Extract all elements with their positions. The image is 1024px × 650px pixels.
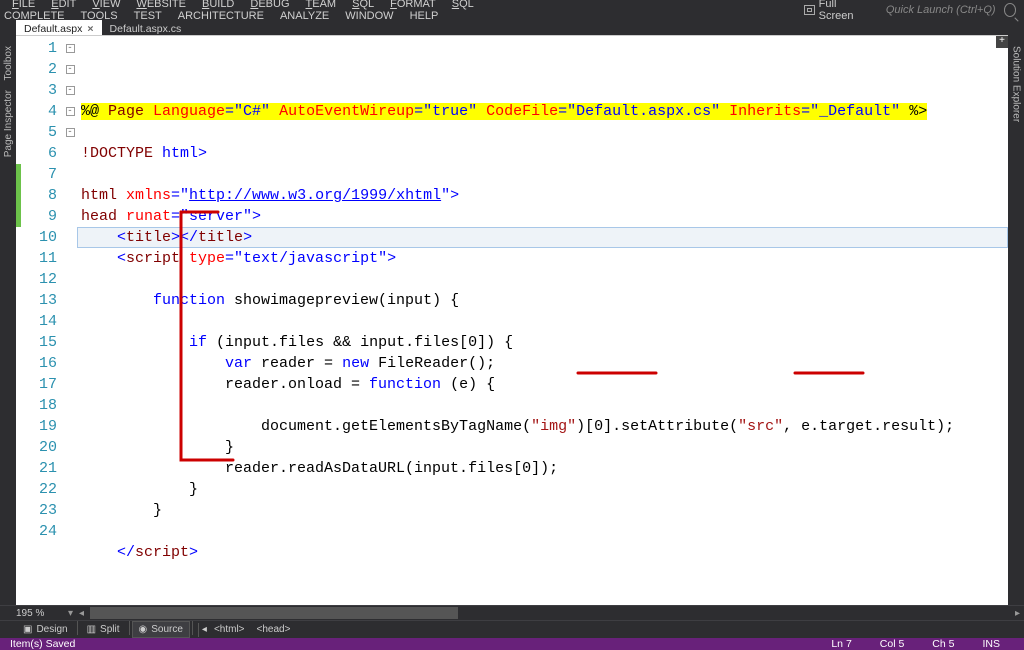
quick-launch-input[interactable]: Quick Launch (Ctrl+Q): [872, 4, 1003, 16]
solution-explorer-tab[interactable]: Solution Explorer: [1011, 46, 1022, 122]
code-line[interactable]: head runat="server">: [77, 206, 1008, 227]
document-tab[interactable]: Default.aspx.cs: [102, 20, 190, 35]
zoom-dropdown-icon[interactable]: ▾: [68, 608, 73, 619]
fullscreen-icon: [804, 5, 815, 15]
code-line[interactable]: [77, 563, 1008, 584]
breadcrumb-item[interactable]: <html>: [208, 622, 251, 637]
line-number-gutter: 123456789101112131415161718192021222324: [21, 36, 63, 605]
status-ins: INS: [968, 638, 1014, 650]
view-split-button[interactable]: ▥ Split: [80, 621, 127, 638]
search-icon[interactable]: [1004, 3, 1016, 17]
code-area[interactable]: + %@ Page Language="C#" AutoEventWireup=…: [77, 36, 1008, 605]
zoom-level[interactable]: 195 %: [16, 608, 62, 619]
code-line[interactable]: %@ Page Language="C#" AutoEventWireup="t…: [77, 101, 1008, 122]
horizontal-scrollbar[interactable]: [90, 606, 1009, 620]
breadcrumb-item[interactable]: <head>: [251, 622, 297, 637]
code-line[interactable]: <script type="text/javascript">: [77, 248, 1008, 269]
status-col: Col 5: [866, 638, 919, 650]
code-line[interactable]: document.getElementsByTagName("img")[0].…: [77, 416, 1008, 437]
code-line[interactable]: }: [77, 437, 1008, 458]
code-line[interactable]: }: [77, 479, 1008, 500]
design-icon: ▣: [23, 624, 32, 635]
code-line[interactable]: reader.readAsDataURL(input.files[0]);: [77, 458, 1008, 479]
code-line[interactable]: [77, 122, 1008, 143]
code-line[interactable]: var reader = new FileReader();: [77, 353, 1008, 374]
tab-label: Default.aspx: [24, 23, 82, 35]
code-line[interactable]: [77, 311, 1008, 332]
page-inspector-tab[interactable]: Page Inspector: [3, 90, 14, 157]
split-toggle-icon[interactable]: +: [996, 36, 1008, 48]
fullscreen-label: Full Screen: [819, 0, 867, 22]
code-line[interactable]: </script>: [77, 542, 1008, 563]
code-line[interactable]: if (input.files && input.files[0]) {: [77, 332, 1008, 353]
status-message: Item(s) Saved: [10, 638, 817, 650]
view-design-button[interactable]: ▣ Design: [16, 621, 75, 638]
editor-footer: 195 % ▾ ◂ ▸: [0, 605, 1024, 620]
close-icon[interactable]: ×: [87, 23, 93, 35]
code-line[interactable]: reader.onload = function (e) {: [77, 374, 1008, 395]
tab-label: Default.aspx.cs: [110, 23, 182, 35]
split-icon: ▥: [87, 624, 96, 635]
status-ch: Ch 5: [918, 638, 968, 650]
fold-gutter[interactable]: -----: [63, 36, 77, 605]
code-line[interactable]: [77, 164, 1008, 185]
document-tabs: Default.aspx × Default.aspx.cs: [0, 20, 1024, 35]
toolbox-tab[interactable]: Toolbox: [3, 46, 14, 80]
document-tab[interactable]: Default.aspx ×: [16, 20, 102, 35]
code-line[interactable]: function showimagepreview(input) {: [77, 290, 1008, 311]
code-line[interactable]: [77, 521, 1008, 542]
code-line[interactable]: [77, 584, 1008, 605]
code-line[interactable]: html xmlns="http://www.w3.org/1999/xhtml…: [77, 185, 1008, 206]
source-icon: ◉: [139, 624, 148, 635]
breadcrumb-back-icon[interactable]: ◂: [202, 624, 207, 635]
scroll-right-icon[interactable]: ▸: [1015, 608, 1020, 619]
code-line[interactable]: [77, 269, 1008, 290]
view-source-button[interactable]: ◉ Source: [132, 621, 190, 638]
scroll-left-icon[interactable]: ◂: [79, 608, 84, 619]
menu-bar: FILEEDITVIEWWEBSITEBUILDDEBUGTEAMSQLFORM…: [0, 0, 1024, 20]
code-line[interactable]: <title></title>: [77, 227, 1008, 248]
left-tool-strip: Toolbox Page Inspector: [0, 40, 16, 546]
code-line[interactable]: !DOCTYPE html>: [77, 143, 1008, 164]
code-line[interactable]: [77, 395, 1008, 416]
code-line[interactable]: }: [77, 500, 1008, 521]
code-editor[interactable]: 123456789101112131415161718192021222324 …: [16, 35, 1008, 605]
status-bar: Item(s) Saved Ln 7 Col 5 Ch 5 INS: [0, 638, 1024, 650]
view-mode-bar: ▣ Design ▥ Split ◉ Source ◂ <html><head>: [0, 620, 1024, 638]
right-tool-strip: Solution Explorer: [1008, 40, 1024, 546]
status-line: Ln 7: [817, 638, 865, 650]
